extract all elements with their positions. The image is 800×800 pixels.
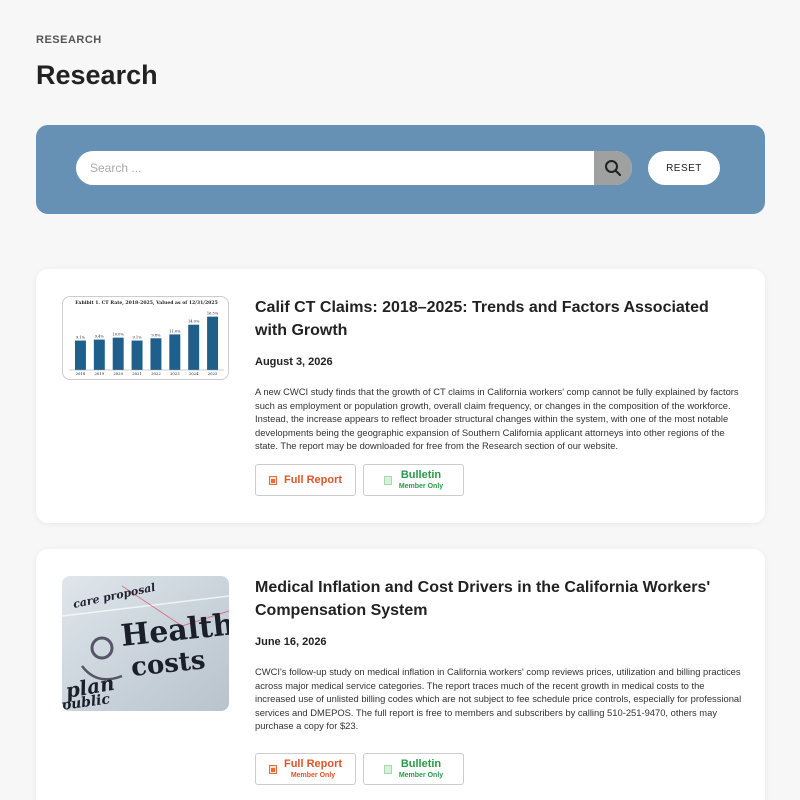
search-panel: RESET <box>36 125 765 214</box>
bulletin-button[interactable]: Bulletin Member Only <box>363 753 464 785</box>
button-label: Bulletin <box>400 758 442 770</box>
article-description: CWCI's follow-up study on medical inflat… <box>255 666 742 732</box>
search-button[interactable] <box>594 151 632 185</box>
button-label: Full Report <box>283 473 343 486</box>
chart-title: Exhibit 1. CT Rate, 2018-2025, Valued as… <box>75 300 218 306</box>
chart-bar <box>207 316 219 370</box>
full-report-button[interactable]: Full Report Member Only <box>255 753 356 785</box>
article-date: August 3, 2026 <box>255 356 333 368</box>
chart-tick-label: 2025 <box>208 371 218 376</box>
chart-data-label: 9.4% <box>95 335 105 339</box>
card-body: Medical Inflation and Cost Drivers in th… <box>255 576 745 733</box>
search-icon <box>605 160 622 177</box>
document-icon <box>268 764 277 774</box>
ct-rate-chart: Exhibit 1. CT Rate, 2018-2025, Valued as… <box>69 300 224 376</box>
chart-bar <box>150 338 162 370</box>
research-card: Exhibit 1. CT Rate, 2018-2025, Valued as… <box>36 269 765 523</box>
chart-tick-label: 2024 <box>189 371 199 376</box>
document-icon <box>383 475 392 485</box>
download-buttons: Full Report Member Only Bulletin Member On… <box>255 753 464 785</box>
chart-bar <box>131 340 143 370</box>
member-only-label: Member Only <box>290 772 336 779</box>
button-label: Bulletin <box>400 469 442 481</box>
member-only-label: Member Only <box>398 772 444 779</box>
page-title: Research <box>36 60 158 90</box>
download-buttons: Full Report Bulletin Member Only <box>255 464 464 496</box>
chart-data-label: 9.1% <box>76 336 86 340</box>
article-thumbnail-chart[interactable]: Exhibit 1. CT Rate, 2018-2025, Valued as… <box>62 296 229 380</box>
chart-data-label: 16.5% <box>207 312 219 316</box>
article-date: June 16, 2026 <box>255 636 327 648</box>
bulletin-button[interactable]: Bulletin Member Only <box>363 464 464 496</box>
chart-tick-label: 2022 <box>151 371 161 376</box>
chart-tick-label: 2023 <box>170 371 180 376</box>
chart-data-label: 9.1% <box>132 336 142 340</box>
search-box <box>76 151 632 185</box>
article-description: A new CWCI study finds that the growth o… <box>255 386 739 452</box>
reset-button[interactable]: RESET <box>648 151 720 185</box>
chart-bar <box>188 324 200 370</box>
breadcrumb[interactable]: RESEARCH <box>36 34 102 46</box>
chart-data-label: 10.0% <box>112 333 124 337</box>
chart-bar <box>169 334 181 370</box>
chart-bar <box>74 340 86 370</box>
article-title[interactable]: Calif CT Claims: 2018–2025: Trends and F… <box>255 296 745 342</box>
search-input[interactable] <box>76 151 594 185</box>
research-card: care proposal Health costs plan public M… <box>36 549 765 800</box>
article-thumbnail-image[interactable]: care proposal Health costs plan public <box>62 576 229 711</box>
health-costs-image: care proposal Health costs plan public <box>62 576 229 711</box>
member-only-label: Member Only <box>398 483 444 490</box>
chart-tick-label: 2021 <box>132 371 142 376</box>
full-report-button[interactable]: Full Report <box>255 464 356 496</box>
article-title[interactable]: Medical Inflation and Cost Drivers in th… <box>255 576 745 622</box>
chart-bar <box>93 339 105 370</box>
button-label: Full Report <box>283 758 343 770</box>
card-body: Calif CT Claims: 2018–2025: Trends and F… <box>255 296 745 453</box>
chart-tick-label: 2018 <box>76 371 86 376</box>
chart-data-label: 9.8% <box>151 333 161 337</box>
chart-bar <box>112 337 124 370</box>
chart-tick-label: 2019 <box>94 371 104 376</box>
document-icon <box>268 475 277 485</box>
document-icon <box>383 764 392 774</box>
chart-tick-label: 2020 <box>113 371 123 376</box>
chart-data-label: 11.0% <box>169 329 181 333</box>
chart-data-label: 14.0% <box>188 320 200 324</box>
